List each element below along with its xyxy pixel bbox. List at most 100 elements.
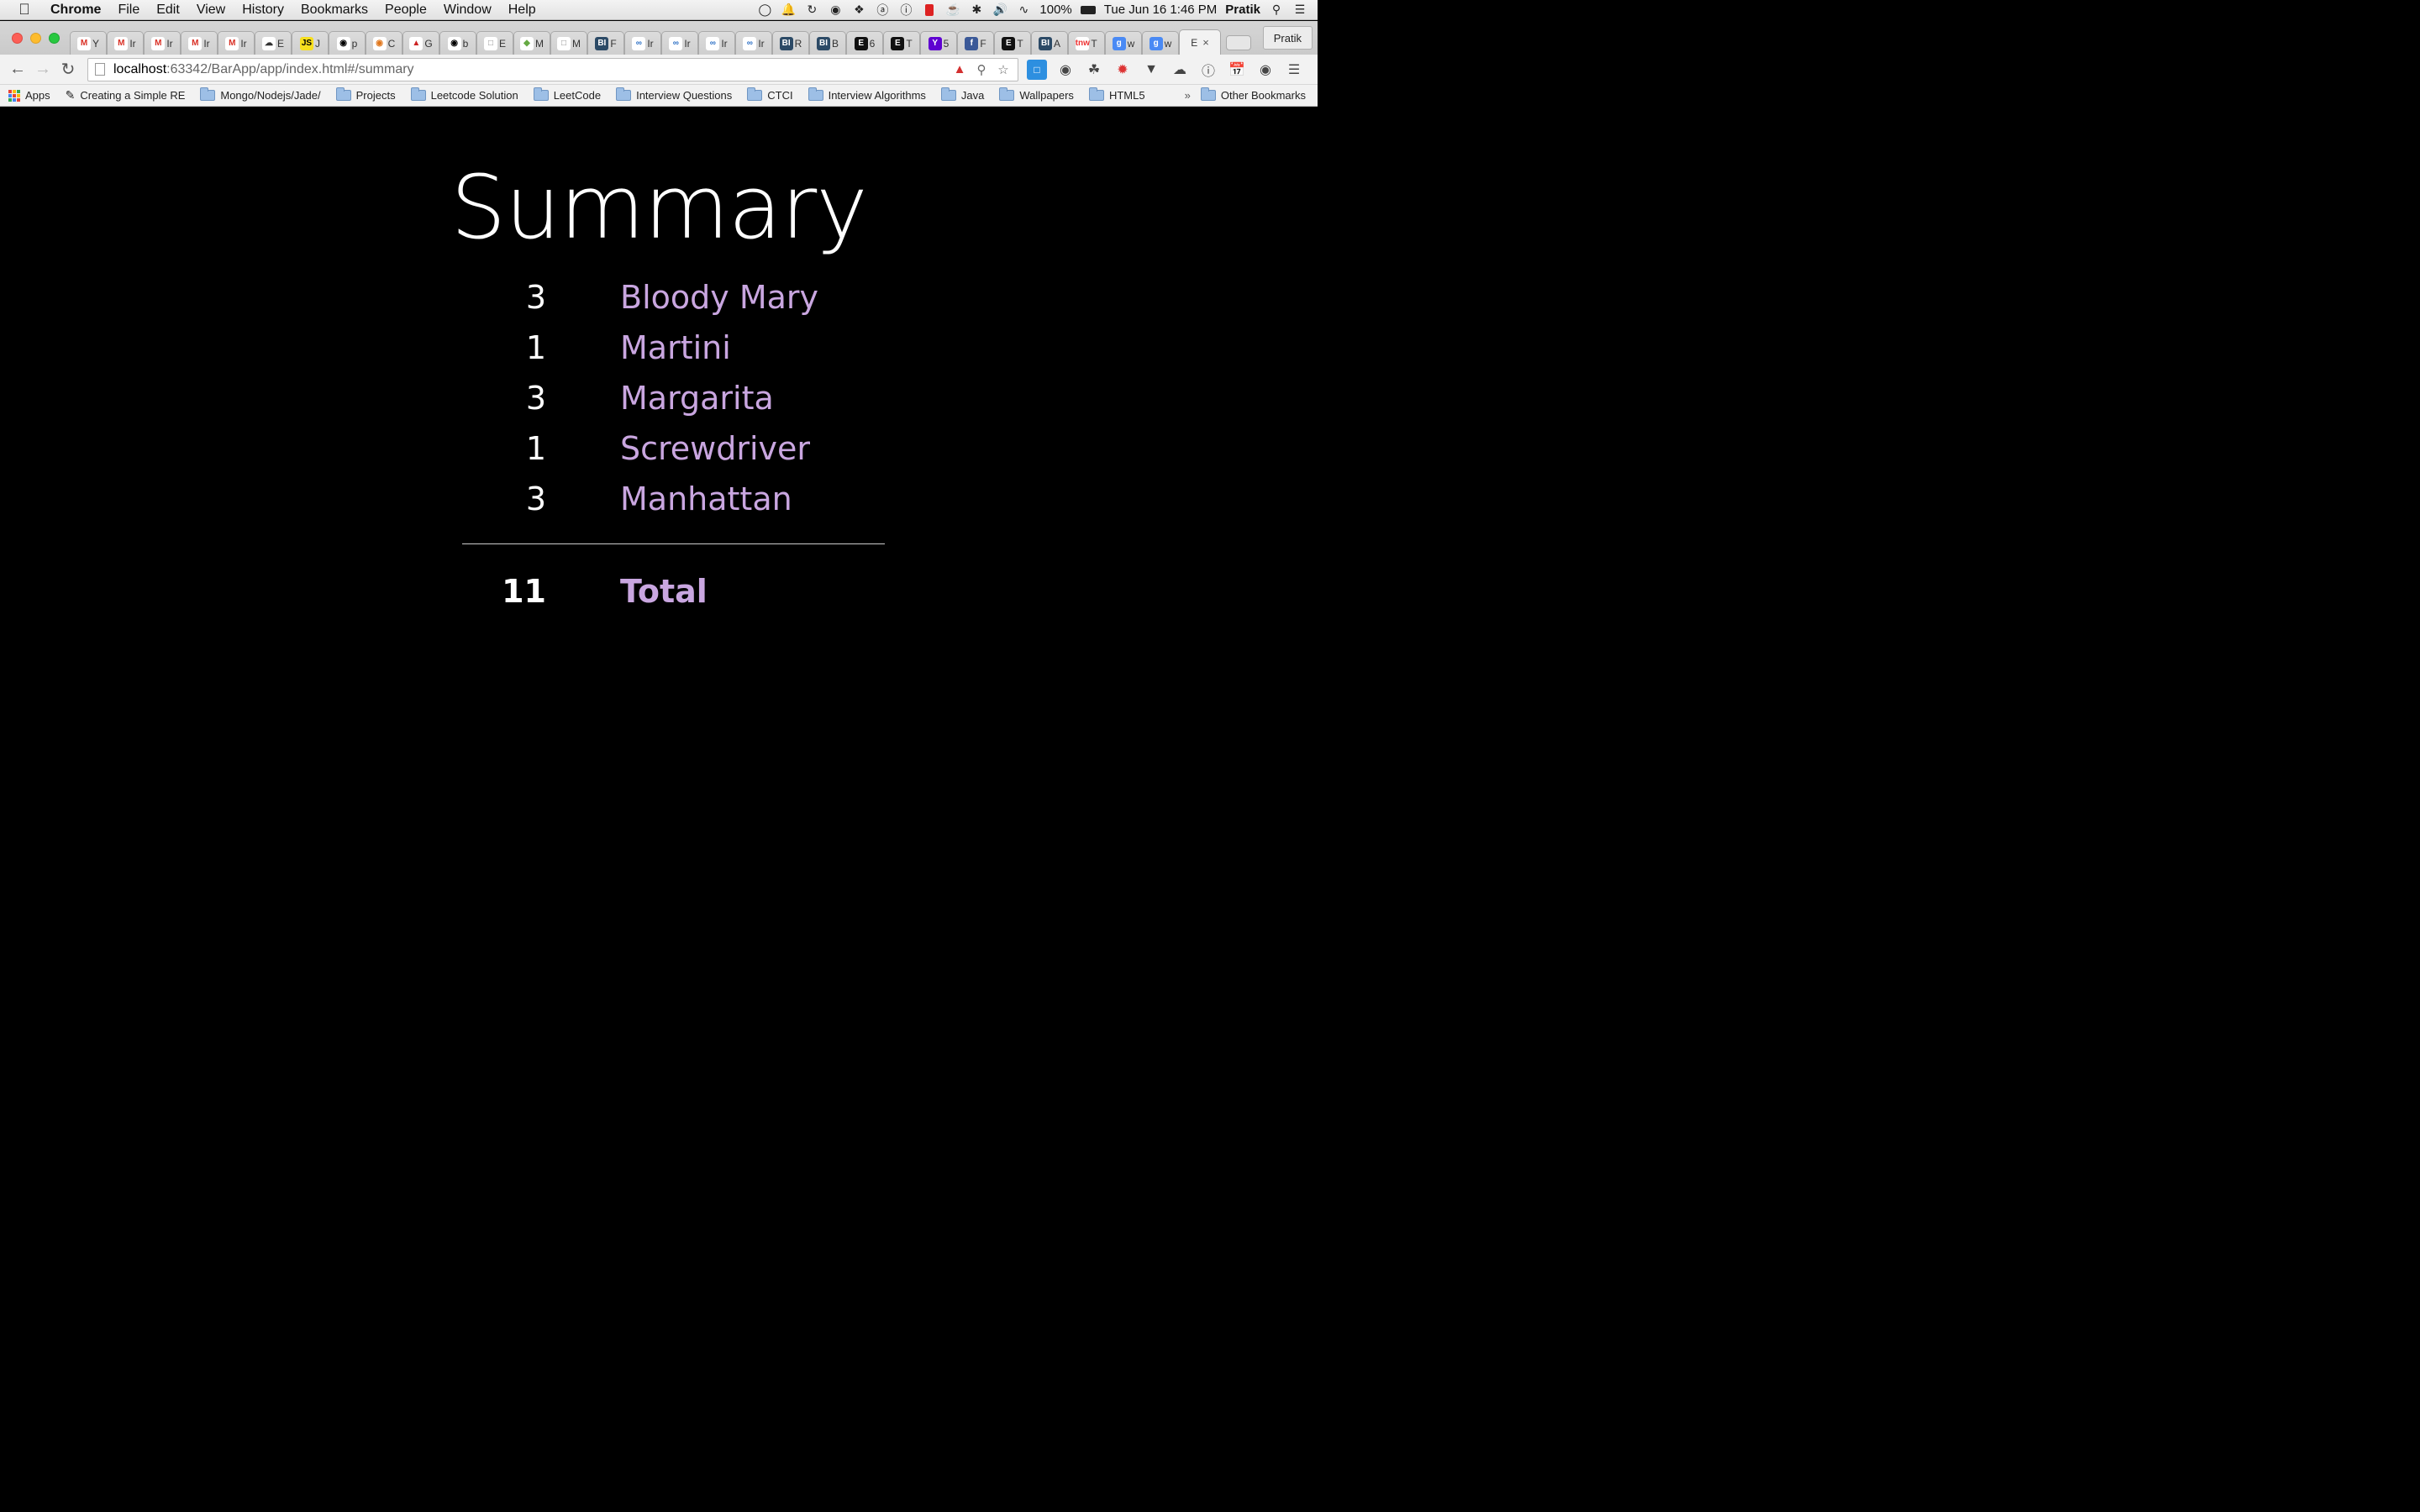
onepassword-icon[interactable]: ⓘ [898,3,913,18]
bookmark-item[interactable]: ✎ Creating a Simple RE [66,88,186,102]
chrome-menu-icon[interactable]: ☰ [1284,60,1304,80]
browser-tab[interactable]: gw [1105,31,1142,55]
browser-tab[interactable]: ◉ C [366,31,402,55]
browser-tab[interactable]: BI A [1031,31,1068,55]
browser-tab[interactable]: ET [883,31,920,55]
browser-tab[interactable]: ◆ M [513,31,550,55]
menu-view[interactable]: View [188,0,234,20]
bookmark-item[interactable]: Java [940,87,985,102]
menu-window[interactable]: Window [435,0,500,20]
profile-button[interactable]: Pratik [1262,26,1313,50]
calendar-extension-icon[interactable]: 📅 [1227,60,1247,80]
browser-tab[interactable]: ∞ Ir [661,31,698,55]
sync-icon[interactable]: ↻ [804,3,819,18]
bookmarks-overflow-chevron[interactable]: » [1185,89,1191,102]
bookmark-item[interactable]: LeetCode [533,87,601,102]
browser-tab[interactable]: MY [70,31,107,55]
zoom-icon[interactable]: ⚲ [974,62,989,77]
bluetooth-icon[interactable]: ✱ [969,3,984,18]
off-extension-icon[interactable]: ◉ [1255,60,1276,80]
bookmark-item[interactable]: CTCI [747,87,793,102]
red-book-icon[interactable] [922,3,937,18]
browser-tab[interactable]: □ E [476,31,513,55]
browser-tab[interactable]: ◉ p [329,31,366,55]
pocket-icon[interactable]: ▼ [1141,60,1161,80]
browser-tab[interactable]: ∞ Ir [624,31,661,55]
bookmark-item[interactable]: Interview Algorithms [808,87,926,102]
spotlight-search-icon[interactable]: ⚲ [1269,3,1284,18]
browser-tab[interactable]: M Ir [218,31,255,55]
menu-people[interactable]: People [376,0,435,20]
browser-tab[interactable]: tnw T [1068,31,1105,55]
reload-icon[interactable]: ↻ [55,57,81,82]
bookmark-apps[interactable]: Apps [8,89,50,102]
browser-tab[interactable]: gw [1142,31,1179,55]
browser-tab[interactable]: BI B [809,31,846,55]
active-tab[interactable]: E × [1179,29,1221,55]
browser-tab[interactable]: E6 [846,31,883,55]
forward-arrow-icon[interactable]: → [30,57,55,82]
bookmark-item[interactable]: Projects [335,87,396,102]
close-window-button[interactable] [12,32,23,44]
bookmark-label: Java [960,89,985,102]
back-arrow-icon[interactable]: ← [5,57,30,82]
browser-tab[interactable]: ET [994,31,1031,55]
menu-bookmarks[interactable]: Bookmarks [292,0,376,20]
clock[interactable]: Tue Jun 16 1:46 PM [1104,3,1218,17]
bookmark-item[interactable]: Interview Questions [616,87,732,102]
browser-tab[interactable]: Y5 [920,31,957,55]
bi-icon: BI [595,36,609,50]
battery-percent[interactable]: 100% [1039,3,1071,17]
browser-tab[interactable]: BI R [772,31,809,55]
volume-icon[interactable]: 🔊 [992,3,1007,18]
user-name[interactable]: Pratik [1225,3,1260,17]
wifi-icon[interactable]: ∿ [1016,3,1031,18]
burst-extension-icon[interactable]: ✹ [1113,60,1133,80]
browser-tab[interactable]: JS J [292,31,329,55]
bookmark-item[interactable]: Wallpapers [999,87,1074,102]
browser-tab[interactable]: ▲ G [402,31,439,55]
browser-tab[interactable]: M Ir [144,31,181,55]
browser-tab[interactable]: □ M [550,31,587,55]
evernote-extension-icon[interactable]: ◉ [1055,60,1076,80]
browser-tab[interactable]: BI F [587,31,624,55]
menu-history[interactable]: History [234,0,292,20]
bookmark-star-icon[interactable]: ☆ [996,62,1011,77]
basket-extension-icon[interactable]: ☘ [1084,60,1104,80]
d-icon[interactable]: ⓐ [875,3,890,18]
other-bookmarks[interactable]: Other Bookmarks [1200,87,1306,102]
notification-bell-icon[interactable]: 🔔 [781,3,796,18]
drink-name: Margarita [620,380,774,417]
tab-title: Ir [129,37,136,50]
minimize-window-button[interactable] [30,32,41,44]
menu-app-name[interactable]: Chrome [49,0,109,20]
browser-tab[interactable]: fF [957,31,994,55]
browser-tab[interactable]: ◉ b [439,31,476,55]
dropbox-icon[interactable]: ❖ [851,3,866,18]
zoom-window-button[interactable] [49,32,60,44]
bookmark-item[interactable]: HTML5 [1088,87,1145,102]
browser-tab[interactable]: ☁ E [255,31,292,55]
menu-file[interactable]: File [109,0,148,20]
battery-icon[interactable] [1080,3,1096,18]
new-tab-button[interactable] [1226,35,1251,50]
evernote-icon[interactable]: ◉ [828,3,843,18]
onepassword-extension-icon[interactable]: ⓘ [1198,60,1218,80]
menu-help[interactable]: Help [500,0,544,20]
window-extension-icon[interactable]: □ [1027,59,1047,80]
bookmark-item[interactable]: Mongo/Nodejs/Jade/ [200,87,321,102]
bookmark-item[interactable]: Leetcode Solution [410,87,518,102]
coffee-cup-icon[interactable]: ☕ [945,3,960,18]
creative-cloud-icon[interactable]: ◯ [757,3,772,18]
close-tab-icon[interactable]: × [1202,36,1209,49]
address-bar[interactable]: localhost:63342/BarApp/app/index.html#/s… [87,57,1018,81]
notification-center-icon[interactable]: ☰ [1292,3,1307,18]
browser-tab[interactable]: ∞ Ir [698,31,735,55]
browser-tab[interactable]: M Ir [107,31,144,55]
angular-icon[interactable]: ▲ [952,62,967,77]
cloud-extension-icon[interactable]: ☁ [1170,60,1190,80]
menu-edit[interactable]: Edit [148,0,188,20]
browser-tab[interactable]: M Ir [181,31,218,55]
browser-tab[interactable]: ∞ Ir [735,31,772,55]
apple-icon[interactable]:  [0,1,49,18]
